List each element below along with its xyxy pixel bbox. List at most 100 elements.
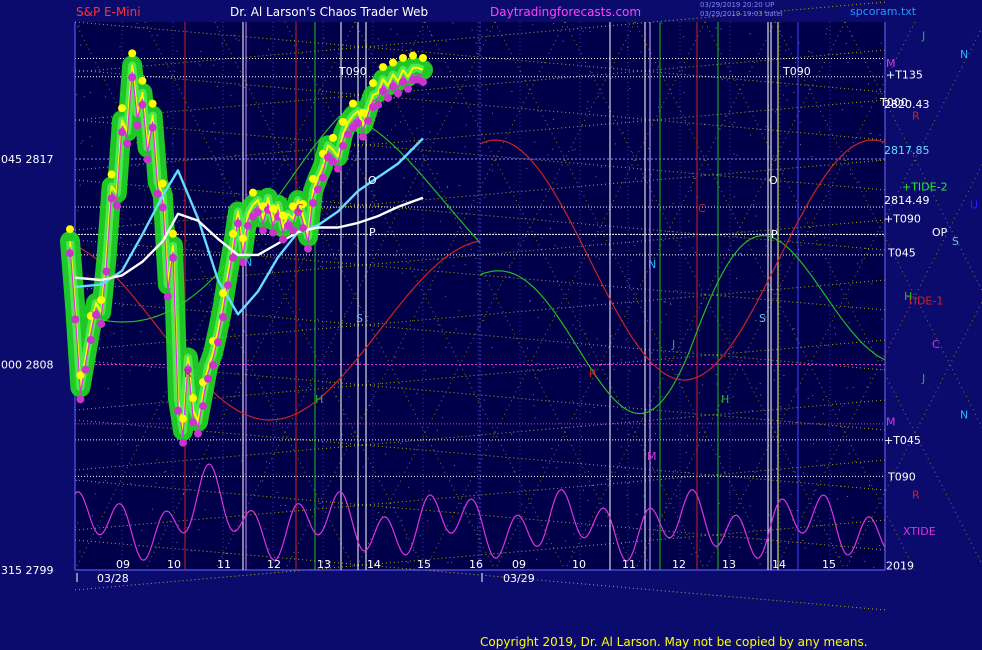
star xyxy=(521,503,523,505)
star xyxy=(854,460,856,462)
star xyxy=(755,320,757,321)
low-dot xyxy=(244,221,252,230)
star xyxy=(671,477,673,479)
star xyxy=(635,178,636,180)
star xyxy=(553,23,554,25)
star xyxy=(402,366,404,368)
star xyxy=(164,471,165,473)
star xyxy=(460,228,462,229)
star xyxy=(577,367,579,368)
star xyxy=(268,548,270,550)
star xyxy=(811,155,813,157)
star xyxy=(525,285,527,287)
star xyxy=(129,370,131,372)
star xyxy=(529,300,531,302)
flux-letter: R xyxy=(589,367,597,380)
star xyxy=(813,443,815,445)
high-dot xyxy=(309,174,317,183)
right-label: 2820.43 xyxy=(884,98,930,111)
star xyxy=(376,519,378,521)
star xyxy=(587,101,589,103)
star xyxy=(98,348,100,350)
high-dot xyxy=(189,394,197,403)
star xyxy=(800,144,801,146)
low-dot xyxy=(209,361,217,370)
star xyxy=(529,299,531,301)
star xyxy=(691,553,693,555)
star xyxy=(336,223,338,225)
star xyxy=(152,508,154,510)
star xyxy=(517,243,519,245)
star xyxy=(119,46,121,48)
right-label: N xyxy=(960,409,968,422)
star xyxy=(793,470,794,472)
star xyxy=(675,290,677,292)
flux-letter: P xyxy=(771,228,778,241)
star xyxy=(119,435,121,437)
star xyxy=(739,253,741,255)
x-tick-label: 14 xyxy=(772,558,786,571)
low-dot xyxy=(66,249,74,258)
star xyxy=(487,88,489,90)
star xyxy=(390,28,392,30)
star xyxy=(350,433,352,435)
low-dot xyxy=(92,310,100,319)
star xyxy=(273,156,274,158)
star xyxy=(620,446,622,448)
low-dot xyxy=(143,155,152,164)
star xyxy=(464,146,466,148)
star xyxy=(117,264,119,266)
star xyxy=(768,514,770,516)
star xyxy=(692,247,694,249)
right-label: T090 xyxy=(887,470,916,483)
low-dot xyxy=(153,189,162,198)
star xyxy=(698,392,700,394)
star xyxy=(683,36,685,38)
star xyxy=(436,173,438,175)
low-dot xyxy=(174,406,182,415)
low-dot xyxy=(86,335,95,344)
x-tick-label: 13 xyxy=(722,558,736,571)
flux-letter: O xyxy=(368,174,377,187)
star xyxy=(534,141,536,143)
star xyxy=(526,167,528,169)
star xyxy=(858,181,860,183)
low-dot xyxy=(289,226,297,235)
star xyxy=(447,562,449,564)
star xyxy=(749,505,751,507)
star xyxy=(425,370,426,371)
star xyxy=(204,210,206,212)
star xyxy=(620,207,621,209)
star xyxy=(445,40,447,42)
y-tick-label: 000 2808 xyxy=(1,359,54,372)
star xyxy=(343,378,345,380)
star xyxy=(567,346,569,348)
star xyxy=(682,70,683,72)
star xyxy=(665,313,667,315)
chart-plot: 09 10 11 12 13 14 15 16 09 10 11 12 13 14 15 03/28 03/29… xyxy=(1,1,982,611)
star xyxy=(484,196,486,198)
star xyxy=(877,159,879,161)
star xyxy=(597,96,599,98)
site-link[interactable]: Daytradingforecasts.com xyxy=(490,5,641,19)
star xyxy=(852,387,854,388)
star xyxy=(416,392,418,394)
star xyxy=(582,30,584,32)
star xyxy=(479,48,481,50)
star xyxy=(765,245,767,247)
star xyxy=(442,417,443,419)
star xyxy=(826,28,828,30)
star xyxy=(215,138,217,140)
star xyxy=(394,254,396,256)
star xyxy=(533,405,535,407)
star xyxy=(130,356,132,358)
star xyxy=(262,480,264,482)
star xyxy=(235,38,237,40)
star xyxy=(658,106,659,108)
high-dot xyxy=(359,108,367,117)
star xyxy=(230,95,232,97)
star xyxy=(272,112,274,114)
star xyxy=(580,436,582,438)
star xyxy=(547,154,549,156)
star xyxy=(419,535,421,537)
